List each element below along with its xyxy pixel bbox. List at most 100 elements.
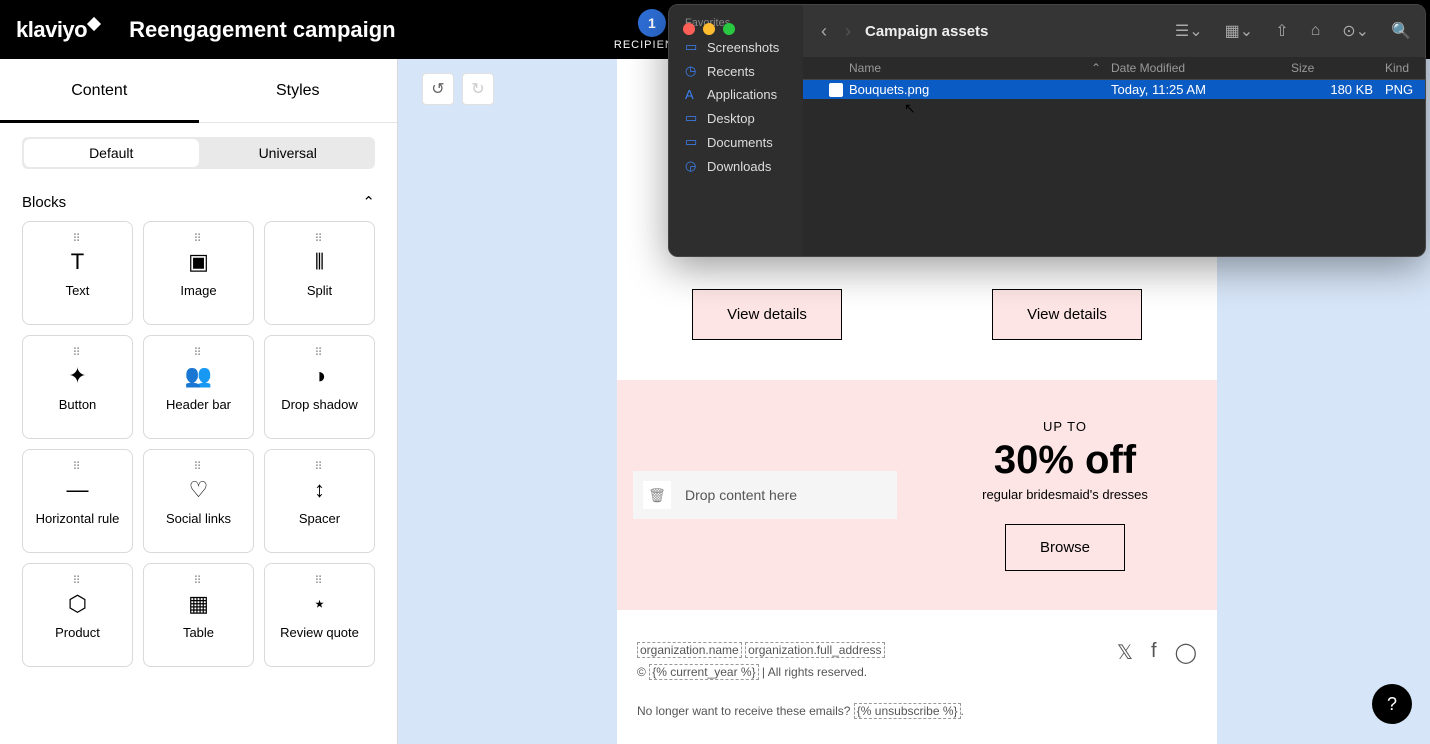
block-table[interactable]: ⠿▦Table	[143, 563, 254, 667]
favorite-downloads[interactable]: ◶Downloads	[677, 154, 795, 178]
share-icon[interactable]: ⇧	[1275, 21, 1288, 41]
folder-icon: ▭	[685, 110, 699, 126]
block-button[interactable]: ⠿✦Button	[22, 335, 133, 439]
block-label: Table	[183, 625, 214, 640]
image-file-icon: ▫	[829, 83, 843, 97]
facebook-icon[interactable]: f	[1151, 640, 1157, 663]
tag-icon[interactable]: ⌂	[1311, 22, 1321, 40]
twitter-icon[interactable]: 𝕏	[1117, 640, 1133, 665]
finder-title: Campaign assets	[865, 23, 988, 40]
favorite-screenshots[interactable]: ▭Screenshots	[677, 35, 795, 59]
block-social-links[interactable]: ⠿♡Social links	[143, 449, 254, 553]
close-window-icon[interactable]	[683, 23, 695, 35]
block-spacer[interactable]: ⠿↕Spacer	[264, 449, 375, 553]
favorite-desktop[interactable]: ▭ Desktop	[677, 106, 795, 130]
list-view-icon[interactable]: ☰⌄	[1175, 21, 1203, 41]
drag-handle-icon: ⠿	[314, 346, 324, 359]
favorite-recents[interactable]: ◷Recents	[677, 59, 795, 83]
drag-handle-icon: ⠿	[193, 460, 203, 473]
search-icon[interactable]: 🔍	[1391, 21, 1411, 41]
file-size: 180 KB	[1291, 82, 1385, 97]
promo-reg: regular bridesmaid's dresses	[982, 487, 1148, 502]
org-name-tag[interactable]: organization.name	[637, 642, 742, 658]
drag-handle-icon: ⠿	[314, 460, 324, 473]
grid-options-icon[interactable]: ▦⌄	[1225, 21, 1254, 41]
block-header-bar[interactable]: ⠿ 👥 Header bar	[143, 335, 254, 439]
block-split[interactable]: ⠿⦀Split	[264, 221, 375, 325]
finder-window[interactable]: Favorites ▭Screenshots◷RecentsAApplicati…	[668, 4, 1426, 257]
block-label: Review quote	[280, 625, 359, 640]
block-horizontal-rule[interactable]: ⠿—Horizontal rule	[22, 449, 133, 553]
file-kind: PNG	[1385, 82, 1425, 97]
seg-default[interactable]: Default	[24, 139, 199, 167]
file-row[interactable]: ▫ Bouquets.png Today, 11:25 AM 180 KB PN…	[803, 80, 1425, 99]
minimize-window-icon[interactable]	[703, 23, 715, 35]
undo-button[interactable]: ↺	[422, 73, 454, 105]
dropzone-label: Drop content here	[685, 487, 797, 503]
block-drop-shadow[interactable]: ⠿ ◑ Drop shadow	[264, 335, 375, 439]
col-name[interactable]: Name	[849, 61, 881, 75]
block-label: Drop shadow	[281, 397, 358, 412]
favorite-label: Recents	[707, 64, 755, 79]
trash-icon[interactable]: 🗑	[643, 481, 671, 509]
help-button[interactable]: ?	[1372, 684, 1412, 724]
promo-section: 🗑 Drop content here UP TO 30% off regula…	[617, 380, 1217, 610]
drag-handle-icon: ⠿	[193, 346, 203, 359]
review-quote-icon: ⋆	[313, 591, 327, 617]
view-details-button-2[interactable]: View details	[992, 289, 1142, 340]
more-icon[interactable]: ⊙⌄	[1342, 21, 1369, 41]
dropzone[interactable]: 🗑 Drop content here	[633, 471, 897, 519]
folder-icon: ▭	[685, 39, 699, 55]
file-name: Bouquets.png	[849, 82, 929, 97]
folder-icon: ▭	[685, 134, 699, 150]
block-review-quote[interactable]: ⠿ ⋆ Review quote	[264, 563, 375, 667]
drag-handle-icon: ⠿	[72, 574, 82, 587]
block-text[interactable]: ⠿TText	[22, 221, 133, 325]
blocks-section-header[interactable]: Blocks ⌃	[0, 183, 397, 221]
block-image[interactable]: ⠿▣Image	[143, 221, 254, 325]
back-icon[interactable]: ‹	[821, 21, 827, 42]
horizontal-rule-icon: —	[67, 477, 89, 503]
file-date: Today, 11:25 AM	[1111, 82, 1291, 97]
unsub-tag[interactable]: {% unsubscribe %}	[854, 703, 961, 719]
col-date[interactable]: Date Modified	[1111, 61, 1291, 75]
spacer-icon: ↕	[314, 477, 325, 503]
finder-columns: Name ⌃ Date Modified Size Kind	[803, 57, 1425, 80]
header-bar-icon: 👥	[185, 363, 212, 389]
block-product[interactable]: ⠿⬡Product	[22, 563, 133, 667]
block-label: Header bar	[166, 397, 231, 412]
drop-shadow-icon: ◑	[313, 363, 326, 389]
logo-mark-icon	[87, 16, 101, 30]
favorite-label: Desktop	[707, 111, 755, 126]
view-details-button-1[interactable]: View details	[692, 289, 842, 340]
favorite-applications[interactable]: A Applications	[677, 83, 795, 106]
tab-content[interactable]: Content	[0, 59, 199, 122]
col-kind[interactable]: Kind	[1385, 61, 1425, 75]
redo-button[interactable]: ↻	[462, 73, 494, 105]
drag-handle-icon: ⠿	[314, 574, 324, 587]
social-links-icon: ♡	[189, 477, 209, 503]
org-addr-tag[interactable]: organization.full_address	[745, 642, 884, 658]
block-label: Text	[66, 283, 90, 298]
folder-icon: A	[685, 87, 699, 102]
browse-button[interactable]: Browse	[1005, 524, 1125, 571]
col-size[interactable]: Size	[1291, 61, 1385, 75]
favorite-documents[interactable]: ▭Documents	[677, 130, 795, 154]
forward-icon[interactable]: ›	[845, 21, 851, 42]
rights-text: | All rights reserved.	[762, 665, 867, 679]
year-tag[interactable]: {% current_year %}	[649, 664, 758, 680]
instagram-icon[interactable]: ◯	[1175, 640, 1197, 665]
favorite-label: Applications	[707, 87, 777, 102]
drag-handle-icon: ⠿	[72, 346, 82, 359]
tab-styles[interactable]: Styles	[199, 59, 398, 122]
email-footer: organization.name organization.full_addr…	[617, 610, 1217, 744]
drag-handle-icon: ⠿	[314, 232, 324, 245]
chevron-up-icon: ⌃	[362, 193, 375, 211]
seg-universal[interactable]: Universal	[201, 137, 376, 169]
panel-tabs: Content Styles	[0, 59, 397, 123]
table-icon: ▦	[188, 591, 209, 617]
campaign-title: Reengagement campaign	[129, 17, 396, 43]
folder-icon: ◶	[685, 158, 699, 174]
drag-handle-icon: ⠿	[193, 232, 203, 245]
maximize-window-icon[interactable]	[723, 23, 735, 35]
